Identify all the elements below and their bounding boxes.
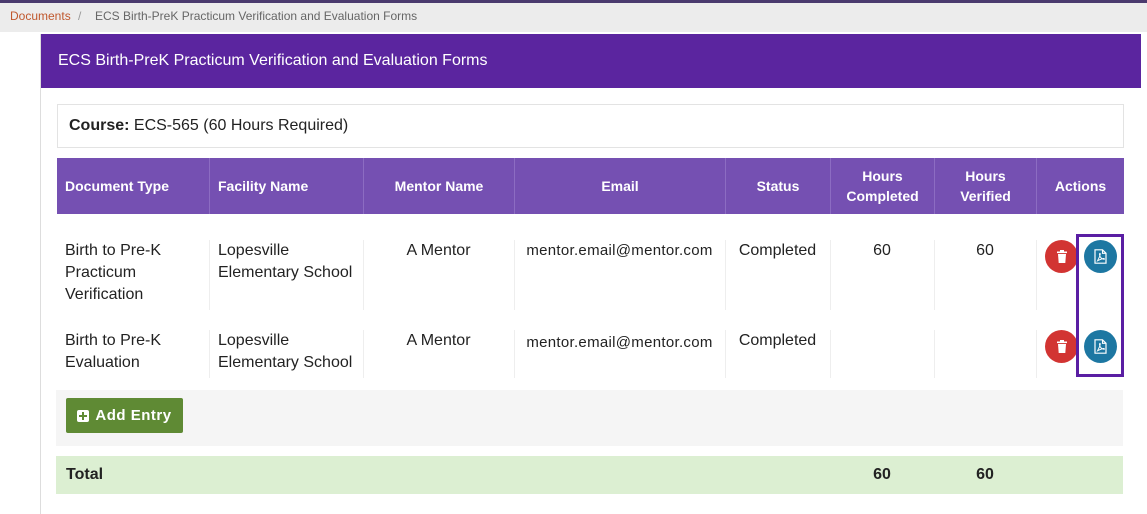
total-hours-verified: 60 — [976, 466, 994, 483]
cell-mentor-name: A Mentor — [406, 332, 471, 349]
header-status: Status — [726, 158, 831, 214]
total-row: Total 60 60 — [56, 456, 1123, 494]
cell-hours-verified: 60 — [976, 242, 994, 259]
trash-icon — [1056, 250, 1067, 263]
table-row: Birth to Pre-K Evaluation Lopesville Ele… — [56, 322, 1123, 382]
cell-email: mentor.email@mentor.com — [526, 334, 713, 351]
table-row: Birth to Pre-K Practicum Verification Lo… — [56, 232, 1123, 314]
cell-hours-completed — [830, 322, 934, 330]
cell-status: Completed — [738, 242, 817, 259]
add-entry-label: Add Entry — [95, 407, 172, 424]
header-mentor-name: Mentor Name — [364, 158, 515, 214]
trash-icon — [1056, 340, 1067, 353]
course-value: ECS-565 (60 Hours Required) — [133, 117, 349, 134]
cell-status: Completed — [738, 332, 817, 349]
cell-facility-name: Lopesville Elementary School — [218, 332, 353, 371]
delete-button[interactable] — [1045, 330, 1078, 363]
add-entry-button[interactable]: Add Entry — [66, 398, 183, 433]
breadcrumb-documents-link[interactable]: Documents — [10, 3, 71, 29]
total-hours-completed: 60 — [873, 466, 891, 483]
cell-document-type: Birth to Pre-K Evaluation — [65, 332, 162, 371]
header-facility-name: Facility Name — [210, 158, 364, 214]
delete-button[interactable] — [1045, 240, 1078, 273]
header-document-type: Document Type — [57, 158, 210, 214]
header-hours-verified: Hours Verified — [935, 158, 1037, 214]
cell-facility-name: Lopesville Elementary School — [218, 242, 353, 281]
breadcrumb-current: ECS Birth-PreK Practicum Verification an… — [95, 9, 418, 23]
panel-title: ECS Birth-PreK Practicum Verification an… — [41, 34, 1141, 88]
table-header: Document Type Facility Name Mentor Name … — [57, 158, 1124, 214]
course-label: Course: — [69, 117, 130, 134]
header-actions: Actions — [1054, 178, 1107, 194]
header-email: Email — [515, 158, 726, 214]
total-label: Total — [66, 466, 104, 483]
breadcrumb: Documents / ECS Birth-PreK Practicum Ver… — [0, 3, 1147, 32]
header-hours-completed: Hours Completed — [831, 158, 935, 214]
cell-document-type: Birth to Pre-K Practicum Verification — [65, 242, 162, 303]
cell-email: mentor.email@mentor.com — [526, 242, 713, 259]
plus-square-icon — [77, 409, 90, 422]
cell-hours-verified — [934, 322, 1036, 330]
breadcrumb-separator: / — [78, 9, 82, 23]
actions-highlight-box — [1076, 234, 1124, 377]
cell-hours-completed: 60 — [873, 242, 891, 259]
course-info: Course: ECS-565 (60 Hours Required) — [57, 104, 1124, 148]
add-entry-area: Add Entry — [56, 390, 1123, 446]
cell-mentor-name: A Mentor — [406, 242, 471, 259]
